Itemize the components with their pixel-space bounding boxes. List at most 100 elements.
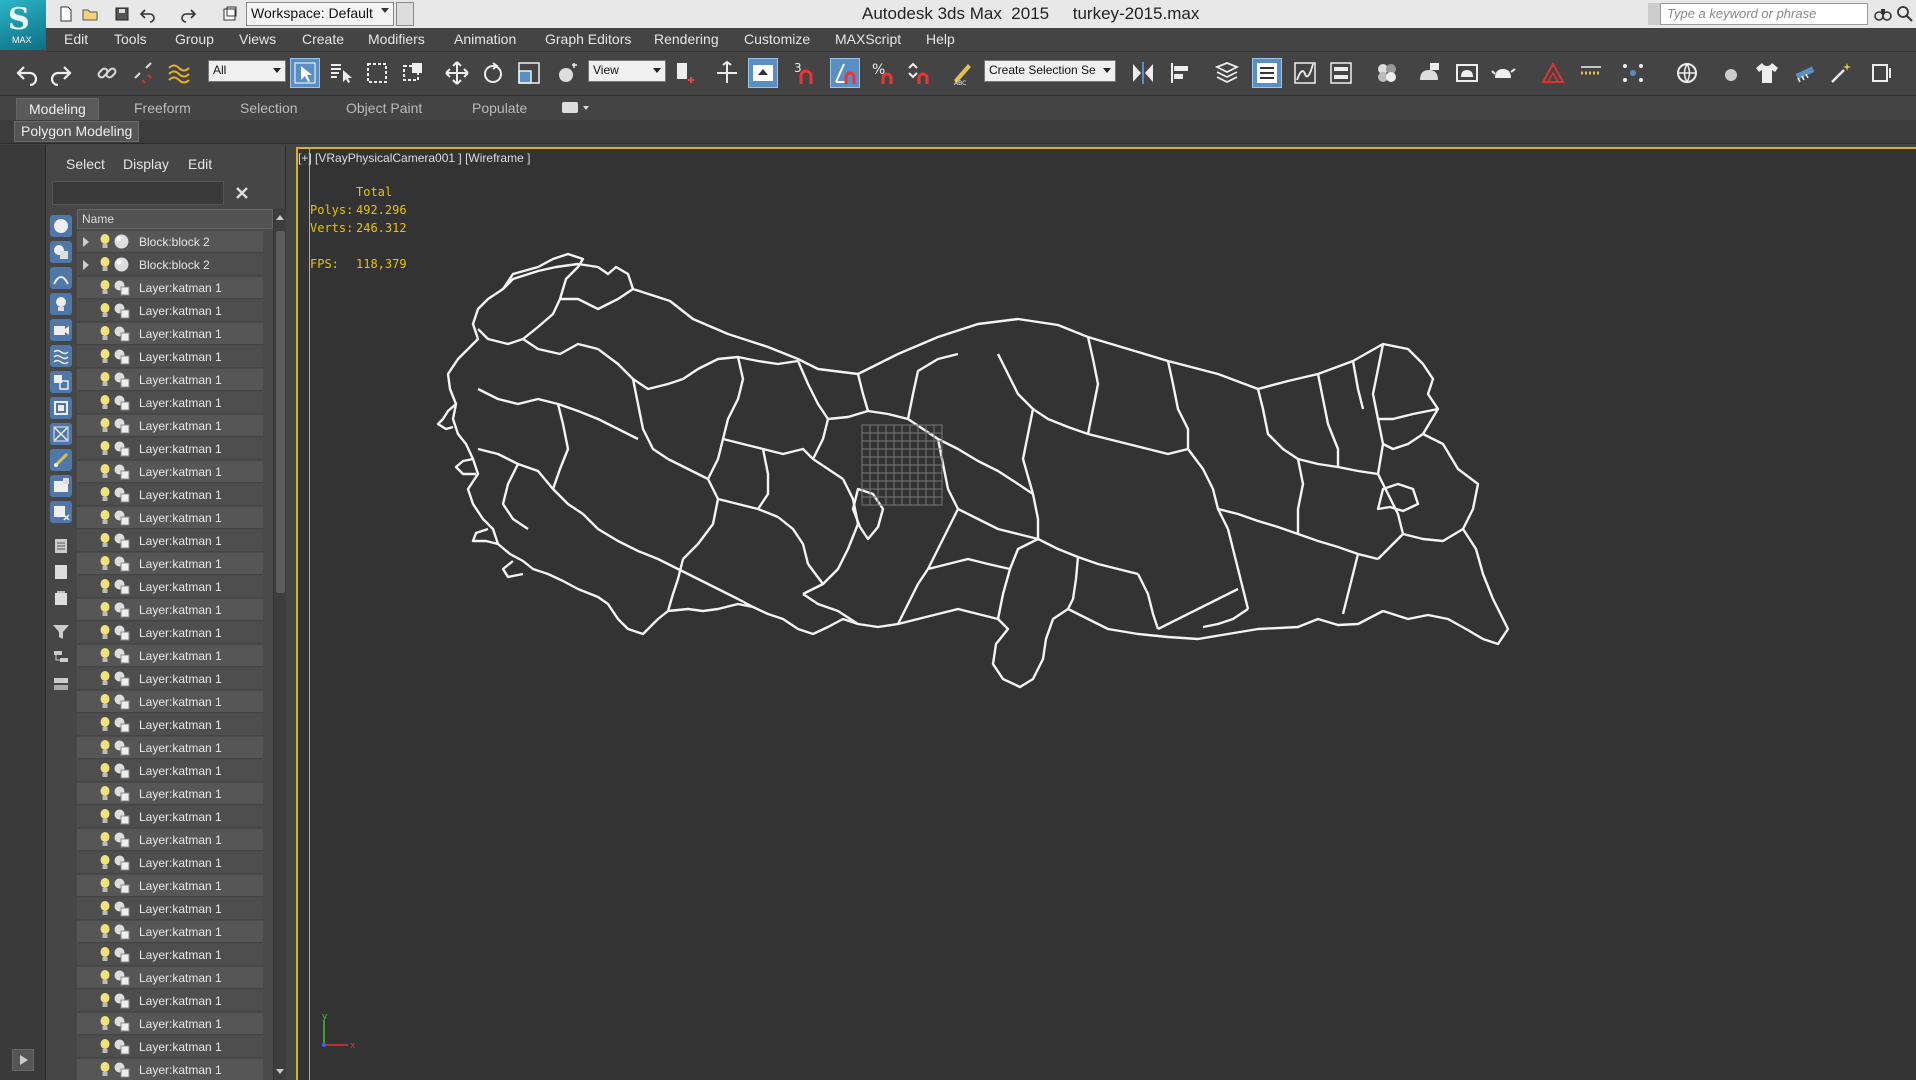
move-button[interactable] [442, 58, 472, 88]
light-bulb-icon[interactable] [99, 509, 111, 526]
material-editor-button[interactable] [1372, 58, 1402, 88]
toggle-scene-explorer-button[interactable] [1252, 58, 1282, 88]
rotate-button[interactable] [478, 58, 508, 88]
grid-plane-object[interactable] [861, 424, 943, 506]
list-item[interactable]: Layer:katman 1 [77, 277, 263, 299]
window-crossing-button[interactable] [398, 58, 428, 88]
tape-measure-button[interactable] [1576, 58, 1606, 88]
open-file-button[interactable] [80, 4, 100, 24]
chevron-down-icon[interactable] [583, 106, 589, 110]
menu-edit[interactable]: Edit [64, 31, 88, 47]
scene-list-scrollbar[interactable] [273, 209, 286, 1080]
layer-options-button[interactable] [50, 673, 72, 695]
light-bulb-icon[interactable] [99, 302, 111, 319]
list-item[interactable]: Layer:katman 1 [77, 829, 263, 851]
list-item[interactable]: Layer:katman 1 [77, 1059, 263, 1080]
light-bulb-icon[interactable] [99, 900, 111, 917]
list-item[interactable]: Layer:katman 1 [77, 967, 263, 989]
list-item[interactable]: Layer:katman 1 [77, 714, 263, 736]
selection-filter-dropdown[interactable]: All [208, 60, 286, 82]
name-column-header[interactable]: Name [77, 209, 273, 229]
spinner-snap-button[interactable] [904, 58, 934, 88]
expand-arrow-icon[interactable] [83, 260, 89, 270]
keyboard-shortcut-override-button[interactable] [748, 58, 778, 88]
light-bulb-icon[interactable] [99, 417, 111, 434]
edit-named-selection-button[interactable]: ABC [946, 58, 976, 88]
align-button[interactable] [1166, 58, 1196, 88]
redo-button[interactable] [178, 4, 198, 24]
list-item[interactable]: Block:block 2 [77, 254, 263, 276]
light-bulb-icon[interactable] [99, 969, 111, 986]
save-file-button[interactable] [112, 4, 132, 24]
display-shapes-button[interactable] [50, 267, 72, 289]
light-bulb-icon[interactable] [99, 279, 111, 296]
light-bulb-icon[interactable] [99, 739, 111, 756]
light-bulb-icon[interactable] [99, 532, 111, 549]
list-item[interactable]: Layer:katman 1 [77, 852, 263, 874]
light-bulb-icon[interactable] [99, 808, 111, 825]
reference-coordinate-dropdown[interactable]: View [588, 60, 666, 82]
list-item[interactable]: Layer:katman 1 [77, 369, 263, 391]
display-children-button[interactable] [50, 535, 72, 557]
list-item[interactable]: Layer:katman 1 [77, 806, 263, 828]
ribbon-options-icon[interactable] [562, 102, 578, 113]
render-setup-button[interactable] [1414, 58, 1444, 88]
display-space-warps-button[interactable] [50, 371, 72, 393]
light-bulb-icon[interactable] [99, 371, 111, 388]
rectangular-selection-button[interactable] [362, 58, 392, 88]
tab-modeling[interactable]: Modeling [16, 98, 99, 120]
display-containers-button[interactable] [50, 475, 72, 497]
light-bulb-icon[interactable] [99, 394, 111, 411]
display-dependents-button[interactable] [50, 587, 72, 609]
display-groups-button[interactable] [50, 397, 72, 419]
list-item[interactable]: Layer:katman 1 [77, 392, 263, 414]
snaps-toggle-button[interactable]: 3 [790, 58, 820, 88]
list-item[interactable]: Layer:katman 1 [77, 668, 263, 690]
layer-explorer-button[interactable] [1212, 58, 1242, 88]
light-bulb-icon[interactable] [99, 624, 111, 641]
menu-create[interactable]: Create [302, 31, 344, 47]
display-influences-button[interactable] [50, 561, 72, 583]
pivot-center-button[interactable] [670, 58, 700, 88]
light-bulb-icon[interactable] [99, 578, 111, 595]
percent-snap-button[interactable]: % [868, 58, 898, 88]
particle-view-button[interactable] [1618, 58, 1648, 88]
tab-freeform[interactable]: Freeform [122, 98, 203, 120]
list-item[interactable]: Layer:katman 1 [77, 1013, 263, 1035]
list-item[interactable]: Layer:katman 1 [77, 300, 263, 322]
tab-selection[interactable]: Selection [228, 98, 310, 120]
new-scene-button[interactable] [56, 4, 76, 24]
menu-graph-editors[interactable]: Graph Editors [545, 31, 631, 47]
list-item[interactable]: Layer:katman 1 [77, 944, 263, 966]
bind-space-warp-button[interactable] [164, 58, 194, 88]
menu-animation[interactable]: Animation [454, 31, 516, 47]
scene-explorer-menu-display[interactable]: Display [123, 156, 169, 172]
list-item[interactable]: Layer:katman 1 [77, 484, 263, 506]
angle-snap-button[interactable] [830, 58, 860, 88]
named-selection-sets-dropdown[interactable]: Create Selection Se [984, 60, 1116, 82]
select-manipulate-button[interactable] [712, 58, 742, 88]
fx-magic-button[interactable] [1826, 58, 1856, 88]
light-bulb-icon[interactable] [99, 831, 111, 848]
light-bulb-icon[interactable] [99, 647, 111, 664]
filter-button[interactable] [50, 621, 72, 643]
list-item[interactable]: Layer:katman 1 [77, 622, 263, 644]
sphere-create-button[interactable] [1716, 58, 1746, 88]
list-item[interactable]: Layer:katman 1 [77, 783, 263, 805]
unlink-button[interactable] [128, 58, 158, 88]
expand-arrow-icon[interactable] [83, 237, 89, 247]
hair-fur-button[interactable] [1790, 58, 1820, 88]
list-item[interactable]: Layer:katman 1 [77, 461, 263, 483]
list-item[interactable]: Layer:katman 1 [77, 415, 263, 437]
workspace-dropdown[interactable]: Workspace: Default [246, 2, 394, 26]
list-item[interactable]: Layer:katman 1 [77, 691, 263, 713]
web-globe-button[interactable] [1672, 58, 1702, 88]
menu-help[interactable]: Help [926, 31, 955, 47]
list-item[interactable]: Layer:katman 1 [77, 898, 263, 920]
list-item[interactable]: Layer:katman 1 [77, 323, 263, 345]
menu-maxscript[interactable]: MAXScript [835, 31, 901, 47]
menu-rendering[interactable]: Rendering [654, 31, 719, 47]
place-object-button[interactable] [552, 58, 582, 88]
scene-explorer-menu-select[interactable]: Select [66, 156, 105, 172]
schematic-view-button[interactable] [1326, 58, 1356, 88]
